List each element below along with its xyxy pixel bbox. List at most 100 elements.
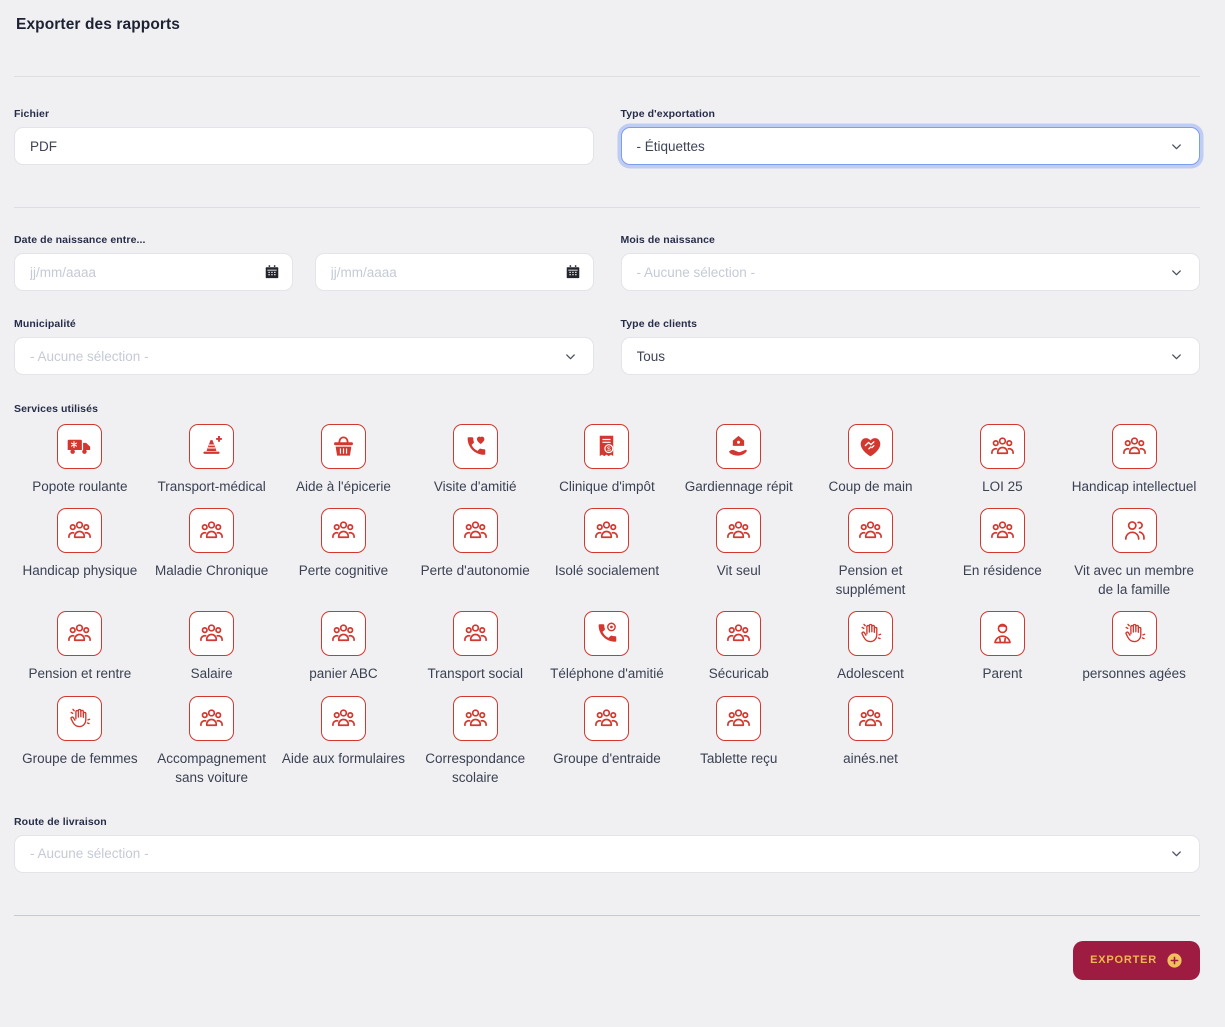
service-item[interactable]: Isolé socialement [541,508,673,580]
service-item[interactable]: Aide aux formulaires [278,695,410,768]
client-type-value: Tous [636,348,666,364]
service-item[interactable]: Salaire [146,611,278,683]
footer-bar: EXPORTER [14,940,1200,980]
type-exportation-select[interactable]: - Étiquettes [620,127,1200,165]
service-item[interactable]: Gardiennage répit [673,424,805,496]
municipality-field-group: Municipalité - Aucune sélection - [14,318,594,375]
municipality-value: - Aucune sélection - [30,348,149,364]
service-item[interactable]: Maladie Chronique [146,508,278,580]
group-icon [189,611,235,657]
client-type-label: Type de clients [620,318,698,330]
waving-hand-icon [1111,611,1157,657]
municipality-select[interactable]: - Aucune sélection - [14,337,594,375]
service-item[interactable]: Groupe d'entraide [541,695,673,768]
service-item-label: Popote roulante [32,479,128,494]
service-item-label: Téléphone d'amitié [550,666,664,682]
service-item-label: Handicap physique [22,563,138,579]
service-item[interactable]: Adolescent [805,611,937,683]
client-type-field-group: Type de clients Tous [620,318,1200,375]
service-item-label: ainés.net [843,750,898,766]
service-item-label: Transport-médical [157,479,266,494]
service-item[interactable]: Transport-médical [146,424,278,496]
service-item-label: Correspondance scolaire [425,750,526,785]
birthdate-to-field [314,253,594,291]
service-item[interactable]: Popote roulante [14,424,146,496]
service-item-label: personnes agées [1082,666,1186,682]
service-item[interactable]: Groupe de femmes [14,695,146,768]
service-item-label: Aide à l'épicerie [295,479,391,494]
service-item[interactable]: personnes agées [1068,611,1200,683]
export-button[interactable]: EXPORTER [1073,940,1200,980]
service-item[interactable]: ainés.net [805,695,937,768]
service-item[interactable]: panier ABC [278,611,410,683]
services-grid: Popote roulante Transport-médical Aide à l… [14,424,1200,787]
service-item-label: Salaire [190,666,233,682]
service-item[interactable]: Transport social [409,611,541,683]
service-item[interactable]: Vit seul [673,508,805,580]
service-item[interactable]: Pension et supplément [805,508,937,599]
service-item[interactable]: Correspondance scolaire [409,695,541,787]
service-item[interactable]: Sécuricab [673,611,805,683]
group-icon [848,508,894,554]
receipt-dollar-icon: $ [584,424,630,469]
chevron-down-icon [1169,139,1184,154]
service-item[interactable]: Perte d'autonomie [409,508,541,580]
service-item[interactable]: Vit avec un membre de la famille [1068,508,1200,599]
service-item[interactable]: Visite d'amitié [409,424,541,496]
type-exportation-label: Type d'exportation [620,108,716,120]
group-icon [320,508,366,554]
service-item-label: Maladie Chronique [154,563,269,579]
svg-text:$: $ [607,446,611,453]
service-item-label: Parent [982,666,1023,682]
service-item-label: Handicap intellectuel [1071,479,1197,494]
group-icon [1111,424,1157,469]
group-icon [452,611,498,657]
service-item[interactable]: Handicap intellectuel [1068,424,1200,496]
service-item-label: Groupe de femmes [22,750,138,766]
birthmonth-label: Mois de naissance [620,234,715,246]
delivery-truck-icon [57,424,103,469]
birthdate-to-input[interactable] [314,253,594,291]
service-item[interactable]: Parent [936,611,1068,683]
chevron-down-icon [563,349,578,364]
birthmonth-select[interactable]: - Aucune sélection - [620,253,1200,291]
group-icon [716,611,762,657]
service-item[interactable]: LOI 25 [936,424,1068,496]
service-item-label: Perte d'autonomie [420,563,530,579]
service-item[interactable]: Tablette reçu [673,695,805,768]
service-item[interactable]: Aide à l'épicerie [278,424,410,496]
calendar-icon[interactable] [565,264,581,280]
calendar-icon[interactable] [264,264,280,280]
family-icon [1111,508,1157,554]
fichier-label: Fichier [14,108,50,120]
birthdate-from-input[interactable] [14,253,293,291]
service-item-label: En résidence [962,563,1042,579]
route-value: - Aucune sélection - [30,846,149,862]
fichier-field-group: Fichier [14,108,594,165]
group-icon [848,695,894,741]
plus-circle-icon [1166,952,1183,969]
service-item[interactable]: Coup de main [805,424,937,496]
route-select[interactable]: - Aucune sélection - [14,834,1200,873]
service-item[interactable]: Accompagnement sans voiture [146,695,278,787]
service-item[interactable]: Pension et rentre [14,611,146,683]
grocery-basket-icon [320,424,366,469]
group-icon [716,508,762,554]
service-item-label: Vit seul [716,563,761,579]
service-item-label: Visite d'amitié [433,479,517,494]
export-reports-page: Exporter des rapports Fichier Type d'exp… [0,16,1225,980]
service-item[interactable]: En résidence [936,508,1068,580]
service-item-label: Vit avec un membre de la famille [1074,563,1194,598]
service-item[interactable]: $ Clinique d'impôt [541,424,673,496]
service-item[interactable]: Handicap physique [14,508,146,580]
birthmonth-value: - Aucune sélection - [636,264,756,280]
service-item[interactable]: Perte cognitive [278,508,410,580]
service-item-label: Pension et supplément [835,563,906,598]
group-icon [979,424,1025,469]
client-type-select[interactable]: Tous [620,337,1200,375]
fichier-input[interactable] [14,127,594,165]
group-icon [584,695,630,741]
service-item[interactable]: Téléphone d'amitié [541,611,673,683]
service-item-label: Transport social [427,666,523,682]
birthdate-field-group: Date de naissance entre... [14,234,594,291]
